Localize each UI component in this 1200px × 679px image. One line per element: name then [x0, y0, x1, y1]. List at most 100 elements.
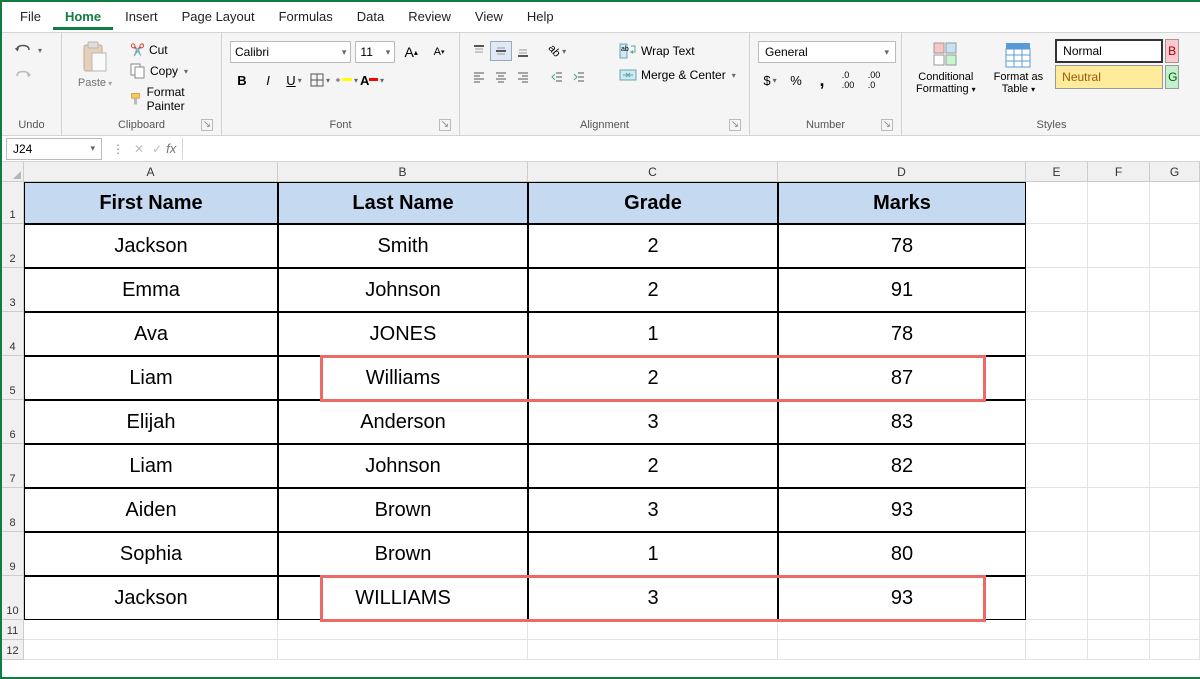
tab-pagelayout[interactable]: Page Layout: [170, 4, 267, 30]
align-center-button[interactable]: [490, 67, 512, 87]
cell-g9[interactable]: [1150, 532, 1200, 576]
tab-view[interactable]: View: [463, 4, 515, 30]
align-left-button[interactable]: [468, 67, 490, 87]
tab-data[interactable]: Data: [345, 4, 396, 30]
decrease-decimal-button[interactable]: .00.0: [862, 69, 886, 91]
tab-formulas[interactable]: Formulas: [267, 4, 345, 30]
cell-c11[interactable]: [528, 620, 778, 640]
clipboard-launcher[interactable]: ↘: [201, 119, 213, 131]
row-header-8[interactable]: 8: [2, 488, 24, 532]
cell-c1[interactable]: Grade: [528, 182, 778, 224]
fill-color-button[interactable]: [334, 69, 358, 91]
cell-e11[interactable]: [1026, 620, 1088, 640]
cell-a12[interactable]: [24, 640, 278, 660]
cell-g3[interactable]: [1150, 268, 1200, 312]
cell-e3[interactable]: [1026, 268, 1088, 312]
cancel-formula-icon[interactable]: ✕: [130, 142, 148, 156]
style-good[interactable]: G: [1165, 65, 1179, 89]
fx-icon[interactable]: fx: [166, 141, 182, 156]
tab-review[interactable]: Review: [396, 4, 463, 30]
cell-g1[interactable]: [1150, 182, 1200, 224]
cell-d9[interactable]: 80: [778, 532, 1026, 576]
cell-g2[interactable]: [1150, 224, 1200, 268]
cell-c3[interactable]: 2: [528, 268, 778, 312]
cell-e5[interactable]: [1026, 356, 1088, 400]
cell-b4[interactable]: JONES: [278, 312, 528, 356]
cell-g7[interactable]: [1150, 444, 1200, 488]
cell-a6[interactable]: Elijah: [24, 400, 278, 444]
number-launcher[interactable]: ↘: [881, 119, 893, 131]
align-top-button[interactable]: [468, 41, 490, 61]
row-header-11[interactable]: 11: [2, 620, 24, 640]
cell-e8[interactable]: [1026, 488, 1088, 532]
cell-f5[interactable]: [1088, 356, 1150, 400]
cell-a11[interactable]: [24, 620, 278, 640]
format-as-table-button[interactable]: Format asTable ▾: [988, 37, 1050, 99]
cell-c12[interactable]: [528, 640, 778, 660]
cell-e2[interactable]: [1026, 224, 1088, 268]
cell-a9[interactable]: Sophia: [24, 532, 278, 576]
cell-g11[interactable]: [1150, 620, 1200, 640]
cell-a3[interactable]: Emma: [24, 268, 278, 312]
cell-c8[interactable]: 3: [528, 488, 778, 532]
style-bad[interactable]: B: [1165, 39, 1179, 63]
percent-format-button[interactable]: %: [784, 69, 808, 91]
align-right-button[interactable]: [512, 67, 534, 87]
cell-b12[interactable]: [278, 640, 528, 660]
row-header-3[interactable]: 3: [2, 268, 24, 312]
cell-f11[interactable]: [1088, 620, 1150, 640]
cell-a8[interactable]: Aiden: [24, 488, 278, 532]
cell-g6[interactable]: [1150, 400, 1200, 444]
increase-decimal-button[interactable]: .0.00: [836, 69, 860, 91]
font-size-select[interactable]: 11▾: [355, 41, 395, 63]
cell-e9[interactable]: [1026, 532, 1088, 576]
cell-f9[interactable]: [1088, 532, 1150, 576]
borders-button[interactable]: [308, 69, 332, 91]
format-painter-button[interactable]: Format Painter: [126, 83, 213, 115]
col-header-b[interactable]: B: [278, 162, 528, 182]
tab-help[interactable]: Help: [515, 4, 566, 30]
cell-g10[interactable]: [1150, 576, 1200, 620]
decrease-font-button[interactable]: A▾: [427, 41, 451, 63]
increase-indent-button[interactable]: [568, 67, 590, 87]
cell-a2[interactable]: Jackson: [24, 224, 278, 268]
cell-b6[interactable]: Anderson: [278, 400, 528, 444]
font-color-button[interactable]: A: [360, 69, 384, 91]
cell-a5[interactable]: Liam: [24, 356, 278, 400]
cell-b9[interactable]: Brown: [278, 532, 528, 576]
cell-e12[interactable]: [1026, 640, 1088, 660]
cell-d6[interactable]: 83: [778, 400, 1026, 444]
cell-g12[interactable]: [1150, 640, 1200, 660]
select-all-corner[interactable]: [2, 162, 24, 182]
cell-d3[interactable]: 91: [778, 268, 1026, 312]
cell-f8[interactable]: [1088, 488, 1150, 532]
cell-a10[interactable]: Jackson: [24, 576, 278, 620]
row-header-4[interactable]: 4: [2, 312, 24, 356]
wrap-text-button[interactable]: ab Wrap Text: [615, 41, 740, 61]
align-bottom-button[interactable]: [512, 41, 534, 61]
cell-c7[interactable]: 2: [528, 444, 778, 488]
row-header-12[interactable]: 12: [2, 640, 24, 660]
cell-c9[interactable]: 1: [528, 532, 778, 576]
cell-b2[interactable]: Smith: [278, 224, 528, 268]
row-header-10[interactable]: 10: [2, 576, 24, 620]
formula-input[interactable]: [182, 138, 1200, 160]
cell-g4[interactable]: [1150, 312, 1200, 356]
cell-d1[interactable]: Marks: [778, 182, 1026, 224]
cell-b3[interactable]: Johnson: [278, 268, 528, 312]
merge-center-button[interactable]: Merge & Center: [615, 65, 740, 85]
tab-file[interactable]: File: [8, 4, 53, 30]
cell-a7[interactable]: Liam: [24, 444, 278, 488]
col-header-a[interactable]: A: [24, 162, 278, 182]
copy-button[interactable]: Copy: [126, 61, 213, 81]
cell-a4[interactable]: Ava: [24, 312, 278, 356]
name-box[interactable]: J24▾: [6, 138, 102, 160]
cell-a1[interactable]: First Name: [24, 182, 278, 224]
style-neutral[interactable]: Neutral: [1055, 65, 1163, 89]
accounting-format-button[interactable]: $: [758, 69, 782, 91]
row-header-9[interactable]: 9: [2, 532, 24, 576]
font-name-select[interactable]: Calibri▾: [230, 41, 351, 63]
col-header-f[interactable]: F: [1088, 162, 1150, 182]
cell-f10[interactable]: [1088, 576, 1150, 620]
cell-e1[interactable]: [1026, 182, 1088, 224]
